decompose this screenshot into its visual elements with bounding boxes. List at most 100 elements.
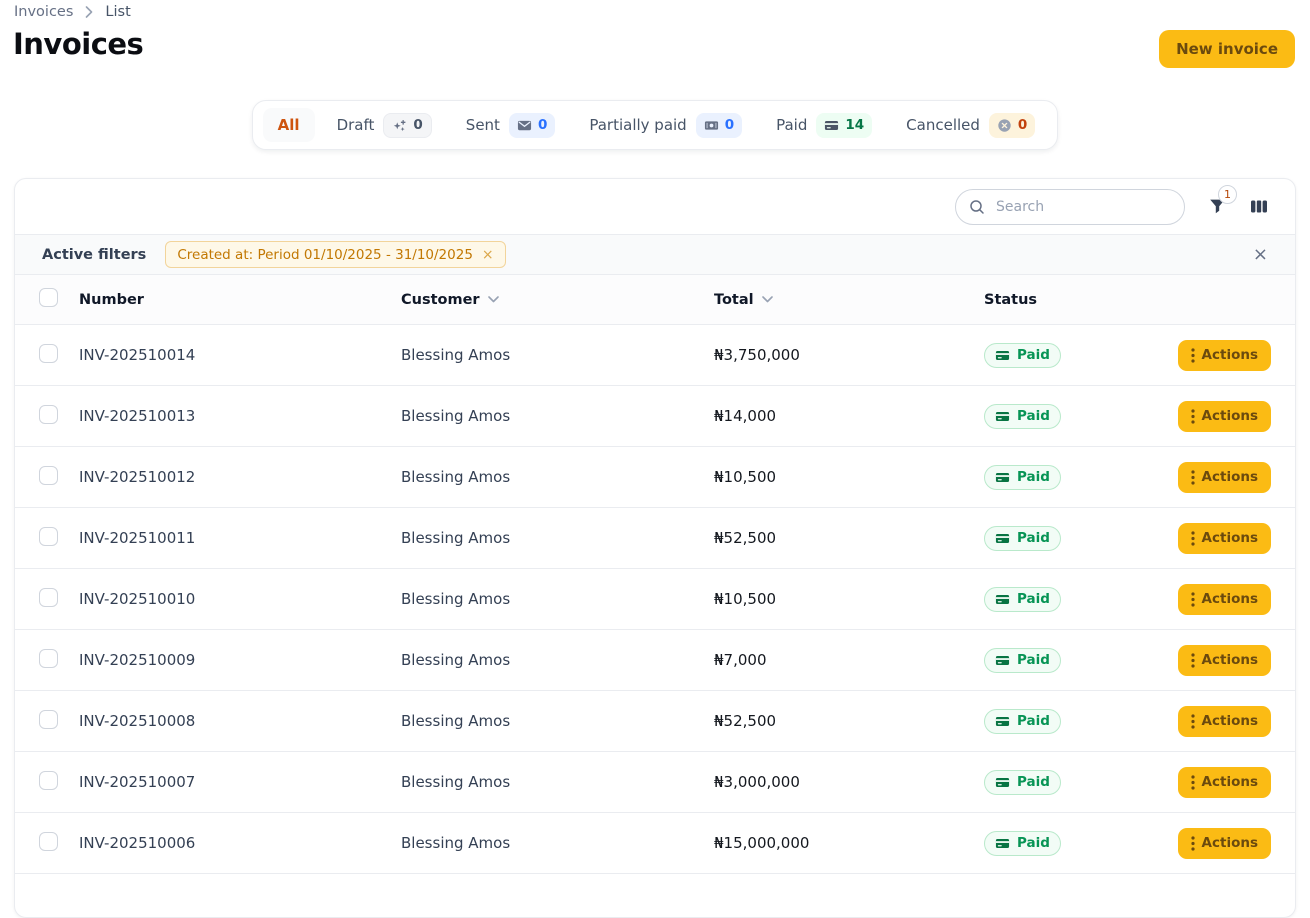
table-row[interactable]: INV-202510006 Blessing Amos ₦15,000,000 … [15, 813, 1295, 874]
tab-paid[interactable]: Paid 14 [764, 106, 884, 145]
status-badge-label: Paid [1017, 469, 1050, 485]
tab-partially-paid-label: Partially paid [589, 116, 686, 134]
invoice-number: INV-202510014 [79, 346, 401, 364]
status-badge: Paid [984, 709, 1061, 734]
invoice-total: ₦7,000 [714, 651, 984, 669]
table-row[interactable]: INV-202510012 Blessing Amos ₦10,500 Paid… [15, 447, 1295, 508]
paid-count-pill: 14 [816, 113, 872, 138]
row-actions-button[interactable]: Actions [1178, 523, 1271, 554]
search-input[interactable] [994, 198, 1171, 216]
chevron-down-icon [488, 296, 499, 303]
sparkles-icon [392, 118, 407, 133]
status-badge: Paid [984, 831, 1061, 856]
row-checkbox[interactable] [39, 527, 58, 546]
column-status: Status [984, 292, 1179, 308]
filter-button[interactable]: 1 [1209, 198, 1226, 215]
credit-card-icon [995, 836, 1010, 851]
cancelled-count: 0 [1018, 117, 1027, 133]
row-checkbox[interactable] [39, 771, 58, 790]
paid-count: 14 [845, 117, 864, 133]
credit-card-icon [995, 348, 1010, 363]
breadcrumb: Invoices List [14, 4, 131, 20]
credit-card-icon [995, 775, 1010, 790]
status-badge-label: Paid [1017, 591, 1050, 607]
invoices-card: 1 Active filters Created at: Period 01/1… [14, 178, 1296, 918]
row-checkbox[interactable] [39, 588, 58, 607]
table-row[interactable]: INV-202510009 Blessing Amos ₦7,000 Paid … [15, 630, 1295, 691]
sent-count-pill: 0 [509, 113, 555, 138]
actions-label: Actions [1202, 713, 1258, 729]
row-actions-button[interactable]: Actions [1178, 767, 1271, 798]
row-actions-button[interactable]: Actions [1178, 462, 1271, 493]
select-all-checkbox[interactable] [39, 288, 58, 307]
row-checkbox[interactable] [39, 649, 58, 668]
column-customer[interactable]: Customer [401, 292, 714, 308]
row-checkbox[interactable] [39, 466, 58, 485]
row-actions-button[interactable]: Actions [1178, 706, 1271, 737]
invoice-number: INV-202510009 [79, 651, 401, 669]
kebab-icon [1191, 592, 1195, 607]
chip-close-icon[interactable]: × [482, 247, 494, 263]
tab-cancelled[interactable]: Cancelled 0 [894, 106, 1047, 145]
table-body: INV-202510014 Blessing Amos ₦3,750,000 P… [15, 325, 1295, 874]
tab-partially-paid[interactable]: Partially paid 0 [577, 106, 754, 145]
row-checkbox[interactable] [39, 344, 58, 363]
breadcrumb-list: List [105, 4, 130, 20]
table-row[interactable]: INV-202510007 Blessing Amos ₦3,000,000 P… [15, 752, 1295, 813]
credit-card-icon [995, 714, 1010, 729]
columns-button[interactable] [1250, 198, 1268, 215]
status-badge-label: Paid [1017, 652, 1050, 668]
status-badge-label: Paid [1017, 347, 1050, 363]
tab-sent-label: Sent [466, 116, 500, 134]
status-badge: Paid [984, 587, 1061, 612]
kebab-icon [1191, 348, 1195, 363]
row-checkbox[interactable] [39, 832, 58, 851]
banknote-icon [704, 118, 719, 133]
row-checkbox[interactable] [39, 710, 58, 729]
table-row[interactable]: INV-202510011 Blessing Amos ₦52,500 Paid… [15, 508, 1295, 569]
invoice-number: INV-202510012 [79, 468, 401, 486]
tab-draft[interactable]: Draft 0 [325, 106, 444, 145]
chevron-down-icon [762, 296, 773, 303]
filter-count-badge: 1 [1218, 185, 1237, 204]
row-actions-button[interactable]: Actions [1178, 828, 1271, 859]
row-actions-button[interactable]: Actions [1178, 401, 1271, 432]
row-actions-button[interactable]: Actions [1178, 645, 1271, 676]
credit-card-icon [995, 409, 1010, 424]
customer-name: Blessing Amos [401, 712, 714, 730]
clear-filters-icon[interactable]: × [1253, 246, 1268, 264]
active-filters-bar: Active filters Created at: Period 01/10/… [15, 234, 1295, 275]
credit-card-icon [824, 118, 839, 133]
draft-count: 0 [413, 117, 422, 133]
row-actions-button[interactable]: Actions [1178, 584, 1271, 615]
kebab-icon [1191, 775, 1195, 790]
filter-chip-created-at[interactable]: Created at: Period 01/10/2025 - 31/10/20… [165, 241, 505, 268]
customer-name: Blessing Amos [401, 773, 714, 791]
table-row[interactable]: INV-202510014 Blessing Amos ₦3,750,000 P… [15, 325, 1295, 386]
actions-label: Actions [1202, 530, 1258, 546]
draft-count-pill: 0 [383, 113, 431, 138]
breadcrumb-invoices[interactable]: Invoices [14, 4, 73, 20]
actions-label: Actions [1202, 591, 1258, 607]
tab-paid-label: Paid [776, 116, 807, 134]
status-badge-label: Paid [1017, 530, 1050, 546]
new-invoice-button[interactable]: New invoice [1159, 30, 1295, 68]
customer-name: Blessing Amos [401, 346, 714, 364]
actions-label: Actions [1202, 652, 1258, 668]
column-total[interactable]: Total [714, 292, 984, 308]
table-row[interactable]: INV-202510013 Blessing Amos ₦14,000 Paid… [15, 386, 1295, 447]
invoices-page: Invoices List Invoices New invoice All D… [0, 0, 1310, 878]
tab-all[interactable]: All [263, 108, 315, 142]
row-checkbox[interactable] [39, 405, 58, 424]
row-actions-button[interactable]: Actions [1178, 340, 1271, 371]
actions-label: Actions [1202, 835, 1258, 851]
table-row[interactable]: INV-202510008 Blessing Amos ₦52,500 Paid… [15, 691, 1295, 752]
filter-chip-text: Created at: Period 01/10/2025 - 31/10/20… [177, 247, 473, 263]
invoice-total: ₦52,500 [714, 712, 984, 730]
partially-paid-count-pill: 0 [696, 113, 742, 138]
table-row[interactable]: INV-202510010 Blessing Amos ₦10,500 Paid… [15, 569, 1295, 630]
kebab-icon [1191, 714, 1195, 729]
search-box[interactable] [955, 189, 1185, 225]
status-badge: Paid [984, 343, 1061, 368]
tab-sent[interactable]: Sent 0 [454, 106, 568, 145]
